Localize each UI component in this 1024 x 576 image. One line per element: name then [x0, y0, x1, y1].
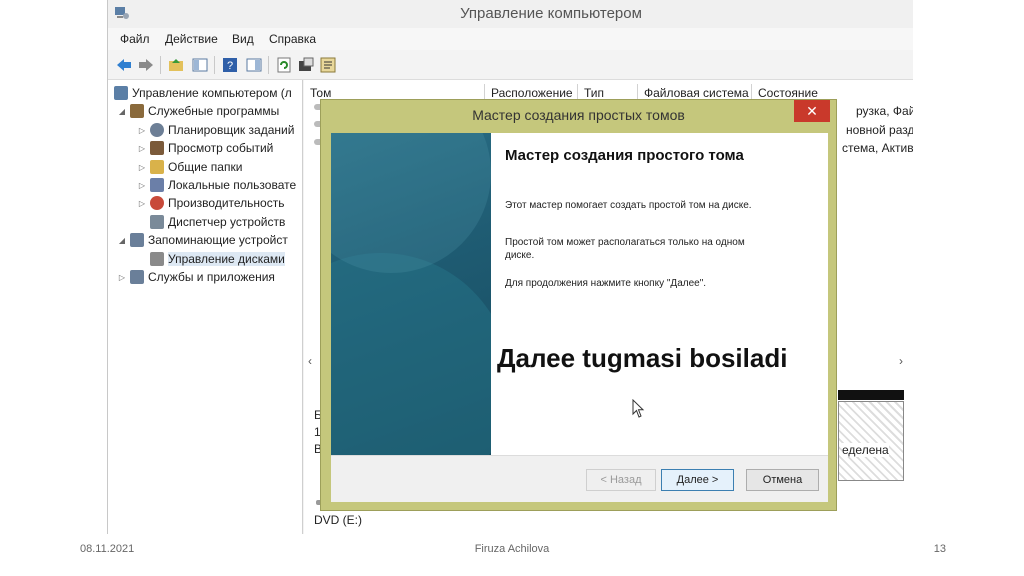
- unallocated-label: еделена: [842, 443, 889, 457]
- device-manager-icon: [150, 215, 164, 229]
- collapse-icon[interactable]: ◢: [118, 107, 126, 116]
- disk-icon: [150, 252, 164, 266]
- menu-file[interactable]: Файл: [120, 32, 150, 46]
- tree-item-label: Производительность: [168, 196, 285, 210]
- unallocated-region[interactable]: [838, 401, 904, 481]
- console-tree: Управление компьютером (л ◢ Служебные пр…: [108, 80, 303, 534]
- tree-item-label: Управление компьютером (л: [132, 86, 292, 100]
- mouse-cursor-icon: [632, 399, 645, 418]
- expand-icon[interactable]: ▷: [138, 144, 146, 153]
- status-cell: стема, Активн: [842, 141, 913, 155]
- show-action-pane-icon[interactable]: [244, 55, 264, 75]
- computer-icon: [114, 86, 128, 100]
- tree-item-label: Диспетчер устройств: [168, 215, 286, 229]
- menu-bar: Файл Действие Вид Справка: [108, 28, 913, 50]
- tree-item-task-scheduler[interactable]: ▷ Планировщик заданий: [138, 121, 294, 139]
- tree-item-computer-management[interactable]: Управление компьютером (л: [114, 84, 292, 102]
- collapse-icon[interactable]: ◢: [118, 236, 126, 245]
- slide: Управление компьютером Файл Действие Вид…: [0, 0, 1024, 576]
- status-cell: новной разд: [846, 123, 913, 137]
- users-icon: [150, 178, 164, 192]
- wizard-banner: [331, 133, 491, 455]
- expand-icon[interactable]: ▷: [138, 126, 146, 135]
- tree-item-local-users[interactable]: ▷ Локальные пользовате: [138, 176, 296, 194]
- wizard-text-2: Простой том может располагаться только н…: [505, 237, 745, 261]
- refresh-icon[interactable]: [274, 55, 294, 75]
- services-icon: [130, 270, 144, 284]
- cancel-button[interactable]: Отмена: [746, 469, 819, 491]
- tree-item-disk-management[interactable]: Управление дисками: [138, 250, 285, 268]
- back-arrow-icon[interactable]: [114, 55, 134, 75]
- tree-item-label: Общие папки: [168, 160, 243, 174]
- tree-item-label: Служебные программы: [148, 104, 280, 118]
- forward-arrow-icon[interactable]: [136, 55, 156, 75]
- tree-item-label: Запоминающие устройст: [148, 233, 288, 247]
- tree-item-label: Управление дисками: [168, 252, 285, 266]
- help-icon[interactable]: ?: [220, 55, 240, 75]
- svg-text:?: ?: [227, 60, 233, 72]
- toolbar: ?: [108, 50, 913, 80]
- wizard-text-1: Этот мастер помогает создать простой том…: [505, 200, 752, 211]
- menu-action[interactable]: Действие: [165, 32, 218, 46]
- back-button[interactable]: < Назад: [586, 469, 656, 491]
- properties-icon[interactable]: [296, 55, 316, 75]
- expand-icon[interactable]: ▷: [138, 163, 146, 172]
- performance-icon: [150, 196, 164, 210]
- tree-item-storage[interactable]: ◢ Запоминающие устройст: [118, 231, 288, 249]
- tree-item-system-tools[interactable]: ◢ Служебные программы: [118, 102, 279, 120]
- window-title: Управление компьютером: [460, 5, 642, 22]
- scroll-right-icon[interactable]: ›: [899, 354, 903, 368]
- slide-number: 13: [933, 543, 946, 555]
- instruction-caption: Далее tugmasi bosiladi: [497, 343, 788, 373]
- tree-item-label: Локальные пользовате: [168, 178, 297, 192]
- scroll-left-icon[interactable]: ‹: [308, 354, 312, 368]
- expand-icon[interactable]: ▷: [138, 181, 146, 190]
- dialog-footer: < Назад Далее > Отмена: [331, 455, 828, 502]
- clock-icon: [150, 123, 164, 137]
- new-simple-volume-wizard: Мастер создания простых томов ✕ Мастер с…: [320, 99, 837, 511]
- expand-icon[interactable]: ▷: [138, 199, 146, 208]
- wizard-heading: Мастер создания простого тома: [505, 147, 744, 164]
- shared-folder-icon: [150, 160, 164, 174]
- menu-help[interactable]: Справка: [269, 32, 316, 46]
- tree-item-label: Планировщик заданий: [168, 123, 295, 137]
- expand-icon[interactable]: ▷: [118, 273, 126, 282]
- tree-item-label: Службы и приложения: [148, 270, 275, 284]
- wizard-text-3: Для продолжения нажмите кнопку "Далее".: [505, 278, 707, 289]
- tree-item-device-manager[interactable]: Диспетчер устройств: [138, 213, 285, 231]
- dvd-drive-label[interactable]: DVD (E:): [314, 513, 362, 527]
- status-cell: рузка, Файл: [856, 104, 913, 118]
- dialog-body: Мастер создания простого тома Этот масте…: [331, 133, 828, 502]
- tree-item-shared-folders[interactable]: ▷ Общие папки: [138, 158, 242, 176]
- tree-item-event-viewer[interactable]: ▷ Просмотр событий: [138, 139, 273, 157]
- tree-item-performance[interactable]: ▷ Производительность: [138, 194, 284, 212]
- next-button[interactable]: Далее >: [661, 469, 734, 491]
- unallocated-header-bar: [838, 390, 904, 400]
- up-folder-icon[interactable]: [166, 55, 186, 75]
- dialog-title: Мастер создания простых томов: [472, 107, 685, 123]
- event-viewer-icon: [150, 141, 164, 155]
- slide-author: Firuza Achilova: [474, 543, 550, 555]
- title-bar: Управление компьютером: [108, 0, 913, 28]
- storage-icon: [130, 233, 144, 247]
- show-hide-tree-icon[interactable]: [190, 55, 210, 75]
- tree-item-services-apps[interactable]: ▷ Службы и приложения: [118, 268, 275, 286]
- tools-icon: [130, 104, 144, 118]
- close-icon[interactable]: ✕: [794, 100, 830, 122]
- menu-view[interactable]: Вид: [232, 32, 254, 46]
- tree-item-label: Просмотр событий: [168, 141, 274, 155]
- export-list-icon[interactable]: [318, 55, 338, 75]
